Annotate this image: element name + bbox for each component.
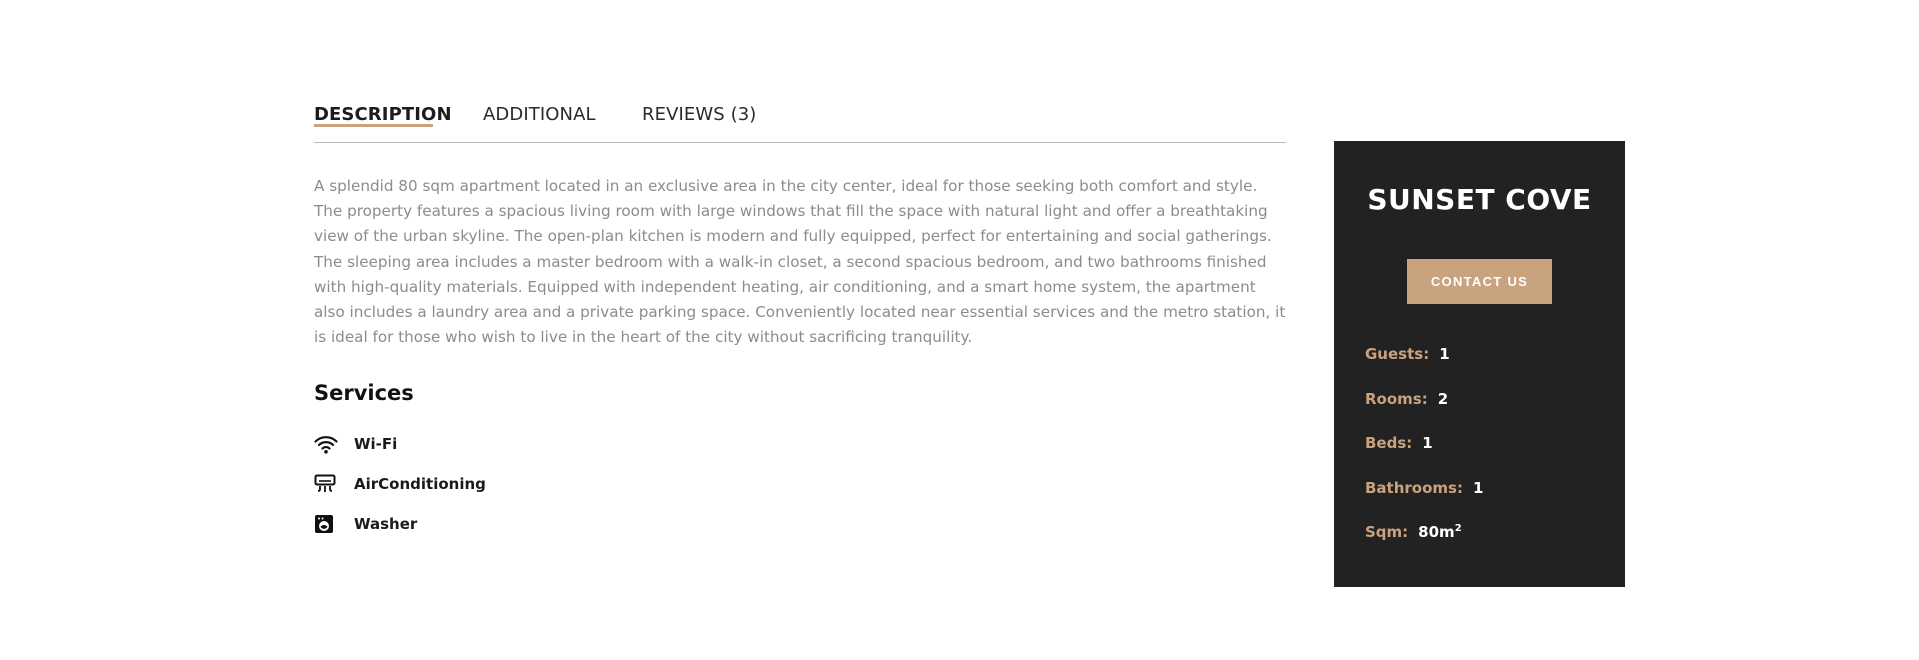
tab-additional-label: ADDITIONAL [483,104,596,125]
tab-reviews[interactable]: REVIEWS (3) [642,104,756,125]
property-summary-card: SUNSET COVE CONTACT US Guests: 1 Rooms: … [1334,141,1625,587]
tab-description-label: DESCRIPTION [314,104,452,125]
services-list: Wi-Fi AirConditioning Washer [314,424,486,544]
services-title: Services [314,381,414,405]
fact-label: Guests: [1365,345,1430,363]
service-item-air-conditioning: AirConditioning [314,464,486,504]
fact-value: 1 [1439,345,1450,363]
tab-additional[interactable]: ADDITIONAL [483,104,596,125]
fact-label: Beds: [1365,434,1413,452]
washer-icon [314,511,340,537]
tab-bar: DESCRIPTION ADDITIONAL REVIEWS (3) [314,96,1286,143]
sqm-number: 80m [1418,523,1455,541]
tab-description[interactable]: DESCRIPTION [314,104,452,127]
sqm-superscript: 2 [1454,523,1462,534]
air-conditioner-icon [314,471,340,497]
service-item-washer: Washer [314,504,486,544]
fact-label: Bathrooms: [1365,478,1463,497]
wifi-icon [314,431,340,457]
active-tab-indicator [314,124,433,127]
fact-sqm: Sqm: 80m2 [1365,523,1483,568]
fact-guests: Guests: 1 [1365,345,1483,390]
service-label: Washer [354,515,418,533]
fact-label: Rooms: [1365,389,1428,408]
fact-value: 1 [1422,434,1433,452]
property-title: SUNSET COVE [1367,183,1592,216]
fact-value: 1 [1472,478,1484,497]
fact-value-sqm: 80m2 [1418,523,1461,541]
tab-reviews-label: REVIEWS (3) [642,104,757,125]
fact-value: 2 [1437,389,1449,408]
service-label: Wi-Fi [354,435,398,453]
contact-us-button[interactable]: CONTACT US [1407,259,1552,304]
fact-rooms: Rooms: 2 [1365,390,1483,435]
property-facts: Guests: 1 Rooms: 2 Beds: 1 Bathrooms: 1 … [1365,345,1483,568]
service-item-wifi: Wi-Fi [314,424,486,464]
fact-beds: Beds: 1 [1365,434,1483,479]
property-description: A splendid 80 sqm apartment located in a… [314,177,1286,347]
fact-label: Sqm: [1365,523,1409,541]
fact-bathrooms: Bathrooms: 1 [1365,479,1483,524]
service-label: AirConditioning [354,475,486,493]
